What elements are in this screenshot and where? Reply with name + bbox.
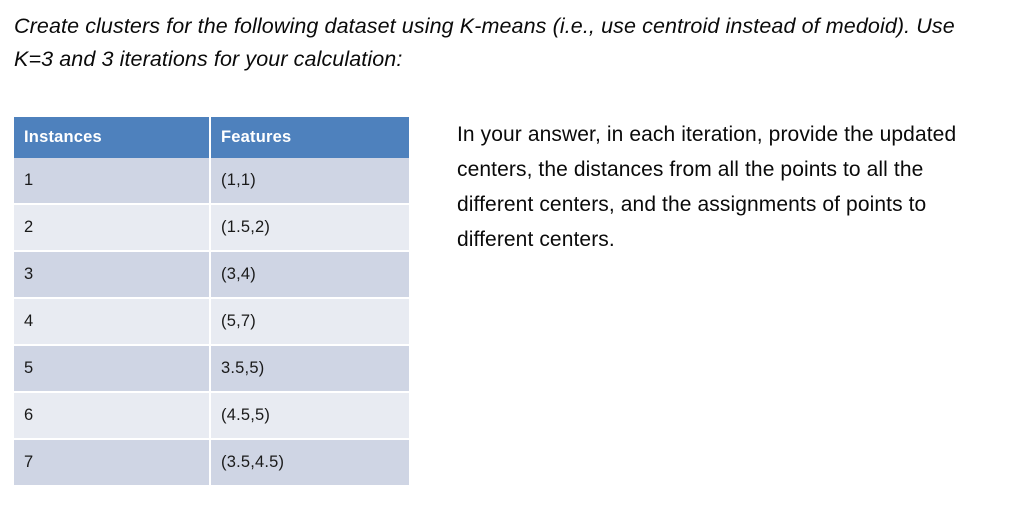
table-row: 1 (1,1) — [14, 158, 409, 205]
table-row: 2 (1.5,2) — [14, 205, 409, 252]
cell-instance: 4 — [14, 299, 211, 346]
cell-instance: 1 — [14, 158, 211, 205]
cell-features: (4.5,5) — [211, 393, 409, 440]
cell-instance: 6 — [14, 393, 211, 440]
table-row: 5 3.5,5) — [14, 346, 409, 393]
cell-instance: 3 — [14, 252, 211, 299]
column-header-instances: Instances — [14, 117, 211, 158]
table-row: 3 (3,4) — [14, 252, 409, 299]
cell-features: 3.5,5) — [211, 346, 409, 393]
cell-instance: 7 — [14, 440, 211, 485]
dataset-table: Instances Features 1 (1,1) 2 (1.5,2) 3 (… — [14, 117, 409, 485]
content-area: Instances Features 1 (1,1) 2 (1.5,2) 3 (… — [0, 112, 1024, 509]
cell-instance: 5 — [14, 346, 211, 393]
table-row: 7 (3.5,4.5) — [14, 440, 409, 485]
table-row: 4 (5,7) — [14, 299, 409, 346]
table-body: 1 (1,1) 2 (1.5,2) 3 (3,4) 4 (5,7) 5 3.5,… — [14, 158, 409, 485]
table-row: 6 (4.5,5) — [14, 393, 409, 440]
cell-features: (3,4) — [211, 252, 409, 299]
cell-features: (1,1) — [211, 158, 409, 205]
table-header: Instances Features — [14, 117, 409, 158]
cell-features: (3.5,4.5) — [211, 440, 409, 485]
cell-features: (5,7) — [211, 299, 409, 346]
table-header-row: Instances Features — [14, 117, 409, 158]
cell-instance: 2 — [14, 205, 211, 252]
instruction-paragraph: In your answer, in each iteration, provi… — [457, 123, 957, 251]
column-header-features: Features — [211, 117, 409, 158]
cell-features: (1.5,2) — [211, 205, 409, 252]
prompt-heading: Create clusters for the following datase… — [14, 14, 955, 71]
